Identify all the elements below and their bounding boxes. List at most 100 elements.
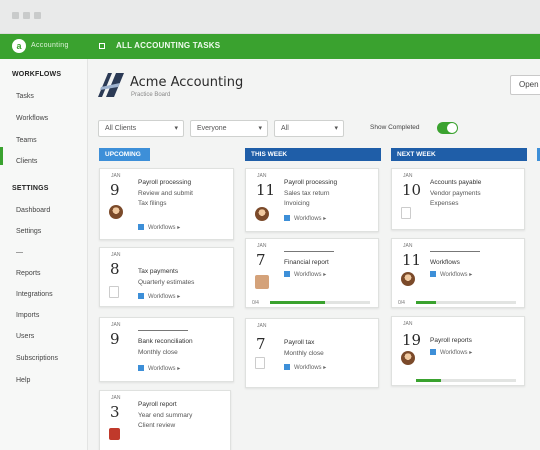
card-workflow-link[interactable]: Workflows ▸ <box>284 271 326 278</box>
card-month: JAN <box>403 243 413 249</box>
assignee-avatar[interactable] <box>109 205 123 219</box>
card-day: 10 <box>402 181 422 199</box>
card-detail: Tax filings <box>138 200 167 207</box>
assignee-avatar[interactable] <box>401 351 415 365</box>
task-card[interactable]: JAN 9 Payroll processing Review and subm… <box>99 168 234 240</box>
card-meta-label: Workflows ▸ <box>294 272 327 278</box>
card-month: JAN <box>257 173 267 179</box>
task-progress-bar <box>416 379 516 382</box>
task-card[interactable]: JAN 7 Payroll tax Monthly close Workflow… <box>245 318 379 388</box>
card-workflow-link[interactable]: Workflows ▸ <box>138 293 180 300</box>
task-progress-bar <box>270 301 370 304</box>
card-subtitle: Year end summary <box>138 412 193 419</box>
card-title: Tax payments <box>138 268 179 275</box>
sidebar-item-help[interactable]: Help <box>16 377 30 384</box>
card-meta-label: Workflows ▸ <box>148 225 181 231</box>
window-maximize-control[interactable] <box>34 12 41 19</box>
progress-count: 0/4 <box>252 300 259 306</box>
assignee-avatar[interactable] <box>255 207 269 221</box>
card-subtitle: Sales tax return <box>284 190 330 197</box>
card-day: 7 <box>256 335 266 353</box>
card-day: 7 <box>256 251 266 269</box>
card-meta-label: Workflows ▸ <box>294 365 327 371</box>
task-card[interactable]: JAN 7 Financial report Workflows ▸ 0/4 <box>245 238 379 308</box>
card-workflow-link[interactable]: Workflows ▸ <box>430 271 472 278</box>
card-subtitle: Monthly close <box>284 350 324 357</box>
card-detail: Expenses <box>430 200 459 207</box>
brand-name[interactable]: Accounting <box>31 42 69 49</box>
sidebar-active-indicator <box>0 147 3 165</box>
workflow-icon <box>138 365 144 371</box>
client-filter-select[interactable]: All Clients ▾ <box>98 120 184 137</box>
card-title: Payroll report <box>138 401 177 408</box>
task-card[interactable]: JAN 11 Workflows Workflows ▸ 0/4 <box>391 238 525 308</box>
document-icon <box>401 207 411 219</box>
company-switcher[interactable]: ALL ACCOUNTING TASKS <box>116 41 220 50</box>
card-title: Bank reconciliation <box>138 338 193 345</box>
card-month: JAN <box>403 173 413 179</box>
sidebar-item-workflows[interactable]: Workflows <box>16 115 48 122</box>
card-detail: Invoicing <box>284 200 310 207</box>
sidebar-item-integrations[interactable]: Integrations <box>16 291 53 298</box>
chevron-down-icon: ▾ <box>334 125 338 132</box>
card-day: 8 <box>110 260 120 278</box>
card-workflow-link[interactable]: Workflows ▸ <box>284 215 326 222</box>
card-subtitle: Vendor payments <box>430 190 481 197</box>
task-card[interactable]: JAN 19 Payroll reports Workflows ▸ <box>391 316 525 386</box>
task-card[interactable]: JAN 9 Bank reconciliation Monthly close … <box>99 317 234 382</box>
card-workflow-link[interactable]: Workflows ▸ <box>284 364 326 371</box>
document-icon <box>109 286 119 298</box>
task-card[interactable]: JAN 10 Accounts payable Vendor payments … <box>391 168 525 230</box>
progress-count: 0/4 <box>398 300 405 306</box>
chevron-down-icon: ▾ <box>174 125 178 132</box>
card-subtitle: Monthly close <box>138 349 178 356</box>
sidebar-item-clients[interactable]: Clients <box>16 158 37 165</box>
assignee-filter-value: Everyone <box>197 125 227 132</box>
assignee-avatar[interactable] <box>401 272 415 286</box>
card-day: 9 <box>110 181 120 199</box>
card-title: Financial report <box>284 259 329 266</box>
status-filter-value: All <box>281 125 289 132</box>
card-title: Payroll processing <box>138 179 192 186</box>
sidebar-item-reports[interactable]: Reports <box>16 270 41 277</box>
task-card[interactable]: JAN 3 Payroll report Year end summary Cl… <box>99 390 231 450</box>
sidebar-item-teams[interactable]: Teams <box>16 137 37 144</box>
app-window: a Accounting ALL ACCOUNTING TASKS WORKFL… <box>0 0 540 450</box>
open-button[interactable]: Open <box>510 75 540 95</box>
card-subtitle: Quarterly estimates <box>138 279 195 286</box>
card-month: JAN <box>257 243 267 249</box>
card-workflow-link[interactable]: Workflows ▸ <box>138 365 180 372</box>
brand-logo-icon[interactable]: a <box>12 39 26 53</box>
sidebar-item-users[interactable]: Users <box>16 333 34 340</box>
task-card[interactable]: JAN 8 Tax payments Quarterly estimates W… <box>99 247 234 307</box>
card-day: 11 <box>256 181 276 199</box>
workflow-icon <box>138 293 144 299</box>
status-filter-select[interactable]: All ▾ <box>274 120 344 137</box>
sidebar-item-subscriptions[interactable]: Subscriptions <box>16 355 58 362</box>
show-completed-toggle[interactable] <box>437 122 458 134</box>
workflow-icon <box>430 349 436 355</box>
assignee-filter-select[interactable]: Everyone ▾ <box>190 120 268 137</box>
card-subtitle: Review and submit <box>138 190 193 197</box>
client-avatar[interactable] <box>255 275 269 289</box>
sidebar-item-dashboard[interactable]: Dashboard <box>16 207 50 214</box>
sidebar-item-imports[interactable]: Imports <box>16 312 39 319</box>
sidebar-item-settings[interactable]: Settings <box>16 228 41 235</box>
window-close-control[interactable] <box>12 12 19 19</box>
card-month: JAN <box>257 323 267 329</box>
card-meta-label: Workflows ▸ <box>440 272 473 278</box>
window-minimize-control[interactable] <box>23 12 30 19</box>
company-icon <box>99 43 105 49</box>
card-workflow-link[interactable]: Workflows ▸ <box>138 224 180 231</box>
card-detail: Client review <box>138 422 176 429</box>
card-day: 19 <box>402 331 422 349</box>
card-title: Accounts payable <box>430 179 482 186</box>
card-workflow-link[interactable]: Workflows ▸ <box>430 349 472 356</box>
sidebar-heading-workflows: WORKFLOWS <box>12 71 62 78</box>
progress-fill <box>416 379 441 382</box>
org-name: Acme Accounting <box>130 75 244 90</box>
chevron-down-icon: ▾ <box>258 125 262 132</box>
workflow-icon <box>284 215 290 221</box>
task-card[interactable]: JAN 11 Payroll processing Sales tax retu… <box>245 168 379 232</box>
sidebar-item-tasks[interactable]: Tasks <box>16 93 34 100</box>
